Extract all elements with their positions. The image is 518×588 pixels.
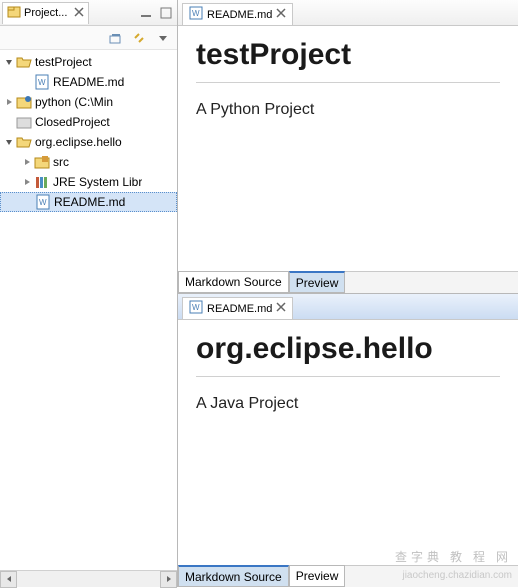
- close-icon[interactable]: [276, 8, 286, 21]
- tree-node-label: ClosedProject: [35, 115, 110, 129]
- collapse-all-icon[interactable]: [105, 28, 125, 48]
- tree-node-label: python (C:\Min: [35, 95, 113, 109]
- view-toolbar: [0, 26, 177, 50]
- twisty-icon[interactable]: [21, 195, 35, 209]
- editor-bottom-tabs: Markdown Source Preview: [178, 565, 518, 587]
- tree-node-label: src: [53, 155, 69, 169]
- md-file-icon: W: [34, 74, 50, 90]
- close-icon[interactable]: [74, 7, 84, 20]
- minimize-view-icon[interactable]: [137, 4, 155, 22]
- tab-markdown-source[interactable]: Markdown Source: [178, 271, 289, 293]
- preview-text: A Python Project: [196, 101, 500, 119]
- src-folder-icon: [34, 154, 50, 170]
- tab-preview[interactable]: Preview: [289, 565, 346, 587]
- preview-heading: testProject: [196, 38, 500, 72]
- md-file-icon: W: [189, 6, 203, 23]
- view-header: Project...: [0, 0, 177, 26]
- view-title-label: Project...: [24, 7, 67, 19]
- jre-library-icon: [34, 174, 50, 190]
- editor-preview-body: org.eclipse.hello A Java Project: [178, 320, 518, 565]
- twisty-icon[interactable]: [2, 135, 16, 149]
- tree-node-label: README.md: [54, 195, 125, 209]
- scroll-left-icon[interactable]: [0, 571, 17, 588]
- tree-node[interactable]: testProject: [0, 52, 177, 72]
- md-file-icon: W: [189, 300, 203, 317]
- tree-node-label: org.eclipse.hello: [35, 135, 122, 149]
- divider: [196, 376, 500, 377]
- scroll-right-icon[interactable]: [160, 571, 177, 588]
- svg-text:W: W: [38, 78, 46, 87]
- tree-node-label: README.md: [53, 75, 124, 89]
- tree-node[interactable]: src: [0, 152, 177, 172]
- editor-bottom-tabs: Markdown Source Preview: [178, 271, 518, 293]
- md-file-icon: W: [35, 194, 51, 210]
- tab-preview[interactable]: Preview: [289, 271, 346, 293]
- java-project-icon: [16, 134, 32, 150]
- tree-node[interactable]: python (C:\Min: [0, 92, 177, 112]
- project-explorer-view: Project... testProject W README.md python (…: [0, 0, 178, 587]
- twisty-icon[interactable]: [20, 75, 34, 89]
- navigator-icon: [7, 5, 21, 22]
- editor-tab-bar: W README.md: [178, 294, 518, 320]
- editor-tab[interactable]: W README.md: [182, 3, 293, 25]
- twisty-icon[interactable]: [20, 175, 34, 189]
- editor-1: W README.md testProject A Python Project…: [178, 0, 518, 294]
- editor-stack: W README.md testProject A Python Project…: [178, 0, 518, 587]
- twisty-icon[interactable]: [2, 95, 16, 109]
- tree-node[interactable]: W README.md: [0, 72, 177, 92]
- editor-tab-bar: W README.md: [178, 0, 518, 26]
- tree-node[interactable]: org.eclipse.hello: [0, 132, 177, 152]
- twisty-icon[interactable]: [2, 55, 16, 69]
- project-tree[interactable]: testProject W README.md python (C:\Min Close…: [0, 50, 177, 570]
- view-menu-icon[interactable]: [153, 28, 173, 48]
- twisty-icon[interactable]: [20, 155, 34, 169]
- horizontal-scrollbar[interactable]: [0, 570, 177, 587]
- svg-text:W: W: [192, 303, 200, 312]
- preview-text: A Java Project: [196, 395, 500, 413]
- editor-tab-label: README.md: [207, 303, 272, 315]
- twisty-icon[interactable]: [2, 115, 16, 129]
- editor-2: W README.md org.eclipse.hello A Java Pro…: [178, 294, 518, 587]
- svg-text:W: W: [39, 198, 47, 207]
- tree-node-label: testProject: [35, 55, 92, 69]
- tab-markdown-source[interactable]: Markdown Source: [178, 565, 289, 587]
- tree-node[interactable]: JRE System Libr: [0, 172, 177, 192]
- svg-text:W: W: [192, 9, 200, 18]
- editor-tab-label: README.md: [207, 9, 272, 21]
- maximize-view-icon[interactable]: [157, 4, 175, 22]
- preview-heading: org.eclipse.hello: [196, 332, 500, 366]
- close-icon[interactable]: [276, 302, 286, 315]
- python-project-icon: [16, 94, 32, 110]
- editor-tab[interactable]: W README.md: [182, 297, 293, 319]
- tree-node[interactable]: W README.md: [0, 192, 177, 212]
- tree-node-label: JRE System Libr: [53, 175, 142, 189]
- tree-node[interactable]: ClosedProject: [0, 112, 177, 132]
- closed-project-icon: [16, 114, 32, 130]
- view-tab[interactable]: Project...: [2, 2, 89, 24]
- divider: [196, 82, 500, 83]
- editor-preview-body: testProject A Python Project: [178, 26, 518, 271]
- link-editor-icon[interactable]: [129, 28, 149, 48]
- folder-open-icon: [16, 54, 32, 70]
